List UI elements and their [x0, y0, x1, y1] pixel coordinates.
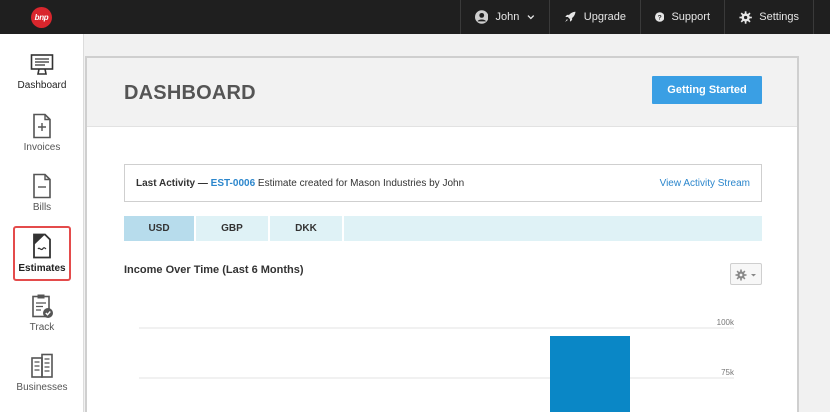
rocket-icon	[565, 11, 576, 22]
invoice-icon	[33, 113, 51, 139]
getting-started-button[interactable]: Getting Started	[652, 76, 762, 104]
sidebar-item-label: Estimates	[18, 263, 66, 274]
monitor-icon	[30, 54, 54, 75]
tab-gbp[interactable]: GBP	[196, 216, 270, 241]
sidebar-item-label: Invoices	[23, 142, 61, 153]
estimate-icon	[33, 233, 51, 259]
clipboard-check-icon	[32, 294, 53, 318]
gear-icon	[739, 10, 752, 24]
dashboard-panel: DASHBOARD Getting Started Last Activity …	[85, 56, 799, 412]
bill-icon	[33, 173, 51, 199]
settings-link[interactable]: Settings	[724, 0, 814, 34]
view-activity-stream-link[interactable]: View Activity Stream	[660, 178, 750, 189]
sidebar-item-label: Track	[29, 322, 55, 333]
top-bar: bnp John Upgrade ? Support Settings	[0, 0, 830, 34]
chart-title: Income Over Time (Last 6 Months)	[124, 264, 304, 276]
last-activity-text: Last Activity — EST-0006 Estimate create…	[136, 178, 464, 189]
top-nav: John Upgrade ? Support Settings	[460, 0, 814, 34]
sidebar-item-label: Bills	[32, 202, 52, 213]
tab-usd[interactable]: USD	[124, 216, 196, 241]
sidebar-item-track[interactable]: Track	[13, 293, 71, 347]
help-icon: ?	[655, 12, 665, 22]
chart-settings-dropdown[interactable]	[730, 263, 762, 285]
upgrade-label: Upgrade	[583, 11, 626, 23]
settings-label: Settings	[759, 11, 799, 23]
user-name: John	[495, 11, 520, 23]
building-icon	[31, 353, 53, 378]
user-menu[interactable]: John	[460, 0, 549, 34]
user-avatar-icon	[475, 10, 489, 24]
svg-text:?: ?	[658, 14, 662, 21]
chart-bar[interactable]	[550, 336, 630, 412]
last-activity-description: Estimate created for Mason Industries by…	[257, 178, 465, 189]
sidebar-item-label: Businesses	[16, 382, 68, 393]
sidebar: Dashboard Invoices Bills Estimates Track…	[0, 34, 84, 412]
y-tick-label: 100k	[717, 318, 735, 327]
income-chart: 100k 75k	[139, 318, 735, 412]
last-activity-prefix: Last Activity —	[136, 178, 208, 189]
sidebar-item-dashboard[interactable]: Dashboard	[13, 53, 71, 107]
y-tick-label: 75k	[721, 368, 735, 377]
upgrade-link[interactable]: Upgrade	[549, 0, 640, 34]
sidebar-item-bills[interactable]: Bills	[13, 173, 71, 227]
sidebar-item-invoices[interactable]: Invoices	[13, 113, 71, 167]
sidebar-item-label: Dashboard	[17, 80, 67, 91]
support-link[interactable]: ? Support	[640, 0, 724, 34]
sidebar-item-businesses[interactable]: Businesses	[13, 353, 71, 407]
sidebar-item-estimates[interactable]: Estimates	[13, 226, 71, 281]
panel-header: DASHBOARD Getting Started	[87, 58, 797, 127]
chevron-down-icon	[527, 15, 535, 20]
tab-dkk[interactable]: DKK	[270, 216, 344, 241]
support-label: Support	[671, 11, 710, 23]
gear-icon	[735, 269, 756, 281]
app-logo[interactable]: bnp	[31, 7, 52, 28]
last-activity-bar: Last Activity — EST-0006 Estimate create…	[124, 164, 762, 202]
page-title: DASHBOARD	[124, 82, 256, 104]
estimate-link[interactable]: EST-0006	[211, 178, 255, 189]
currency-tabs: USD GBP DKK	[124, 216, 762, 241]
